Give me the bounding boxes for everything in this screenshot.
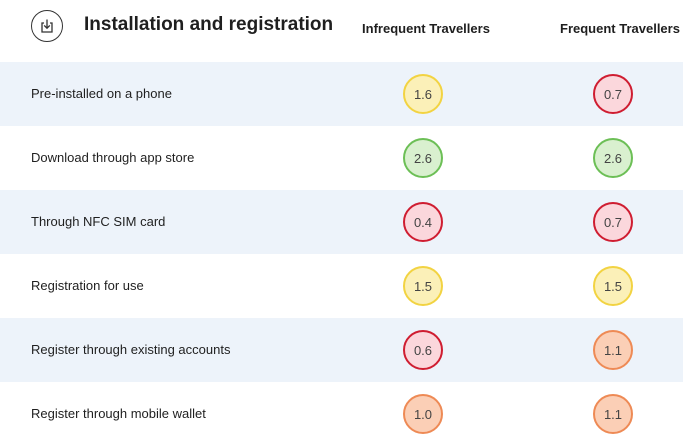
infrequent-score-badge: 2.6	[403, 138, 443, 178]
table-header: Installation and registration Infrequent…	[0, 0, 683, 60]
frequent-score-badge: 1.5	[593, 266, 633, 306]
comparison-table: Pre-installed on a phone 1.6 0.7 Downloa…	[0, 62, 683, 446]
table-row: Download through app store 2.6 2.6	[0, 126, 683, 190]
frequent-score-badge: 0.7	[593, 202, 633, 242]
frequent-score-badge: 1.1	[593, 330, 633, 370]
row-label: Through NFC SIM card	[31, 214, 166, 229]
table-row: Registration for use 1.5 1.5	[0, 254, 683, 318]
download-icon	[31, 10, 63, 42]
table-row: Register through mobile wallet 1.0 1.1	[0, 382, 683, 446]
column-header-infrequent: Infrequent Travellers	[362, 21, 490, 36]
row-label: Download through app store	[31, 150, 195, 165]
table-row: Through NFC SIM card 0.4 0.7	[0, 190, 683, 254]
infrequent-score-badge: 0.6	[403, 330, 443, 370]
infrequent-score-badge: 1.5	[403, 266, 443, 306]
infrequent-score-badge: 1.0	[403, 394, 443, 434]
frequent-score-badge: 1.1	[593, 394, 633, 434]
row-label: Register through existing accounts	[31, 342, 231, 357]
row-label: Registration for use	[31, 278, 144, 293]
table-row: Pre-installed on a phone 1.6 0.7	[0, 62, 683, 126]
column-header-frequent: Frequent Travellers	[560, 21, 680, 36]
row-label: Register through mobile wallet	[31, 406, 206, 421]
row-label: Pre-installed on a phone	[31, 86, 172, 101]
frequent-score-badge: 2.6	[593, 138, 633, 178]
frequent-score-badge: 0.7	[593, 74, 633, 114]
section-title: Installation and registration	[84, 14, 334, 35]
infrequent-score-badge: 1.6	[403, 74, 443, 114]
table-row: Register through existing accounts 0.6 1…	[0, 318, 683, 382]
infrequent-score-badge: 0.4	[403, 202, 443, 242]
